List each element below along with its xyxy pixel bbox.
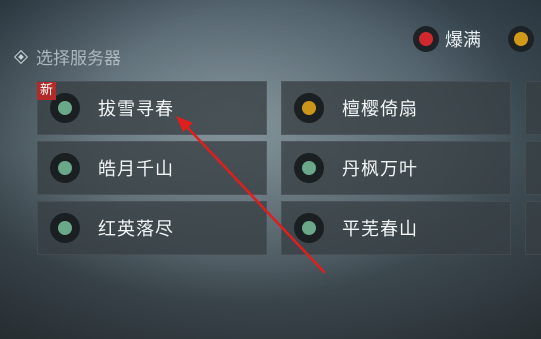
server-tile-2[interactable]: 檀樱倚扇: [281, 81, 511, 135]
server-name: 檀樱倚扇: [342, 99, 418, 120]
server-name: 红英落尽: [98, 219, 174, 240]
status-light-green-icon: [302, 161, 316, 175]
server-tile-3[interactable]: 皓月千山: [37, 141, 267, 195]
status-light-yellow-icon: [302, 101, 316, 115]
diamond-icon: [13, 49, 29, 64]
server-tile-partial[interactable]: [525, 81, 541, 135]
server-tile-partial[interactable]: [525, 141, 541, 195]
status-dot-ring: [508, 26, 534, 52]
section-header: 选择服务器: [13, 44, 121, 69]
status-ring: [294, 93, 324, 123]
status-ring: [294, 213, 324, 243]
server-tile-4[interactable]: 丹枫万叶: [281, 141, 511, 195]
server-name: 拔雪寻春: [98, 99, 174, 120]
server-name: 丹枫万叶: [342, 159, 418, 180]
server-tile-1[interactable]: 拔雪寻春: [37, 81, 267, 135]
server-tile-5[interactable]: 红英落尽: [37, 201, 267, 255]
legend-busy: [508, 26, 540, 52]
server-name: 平芜春山: [342, 219, 418, 240]
server-tile-partial[interactable]: [525, 201, 541, 255]
status-light-green-icon: [58, 221, 72, 235]
server-tile-6[interactable]: 平芜春山: [281, 201, 511, 255]
status-light-green-icon: [58, 161, 72, 175]
status-dot-yellow-icon: [514, 32, 528, 46]
status-ring: [294, 153, 324, 183]
legend-label-full: 爆满: [445, 30, 481, 51]
legend-full: 爆满: [413, 26, 481, 52]
server-name: 皓月千山: [98, 159, 174, 180]
section-title: 选择服务器: [36, 49, 121, 69]
status-dot-ring: [413, 26, 439, 52]
status-light-green-icon: [302, 221, 316, 235]
new-badge: 新: [37, 82, 57, 100]
status-ring: [50, 213, 80, 243]
status-ring: [50, 153, 80, 183]
status-light-green-icon: [58, 101, 72, 115]
status-dot-red-icon: [419, 32, 433, 46]
